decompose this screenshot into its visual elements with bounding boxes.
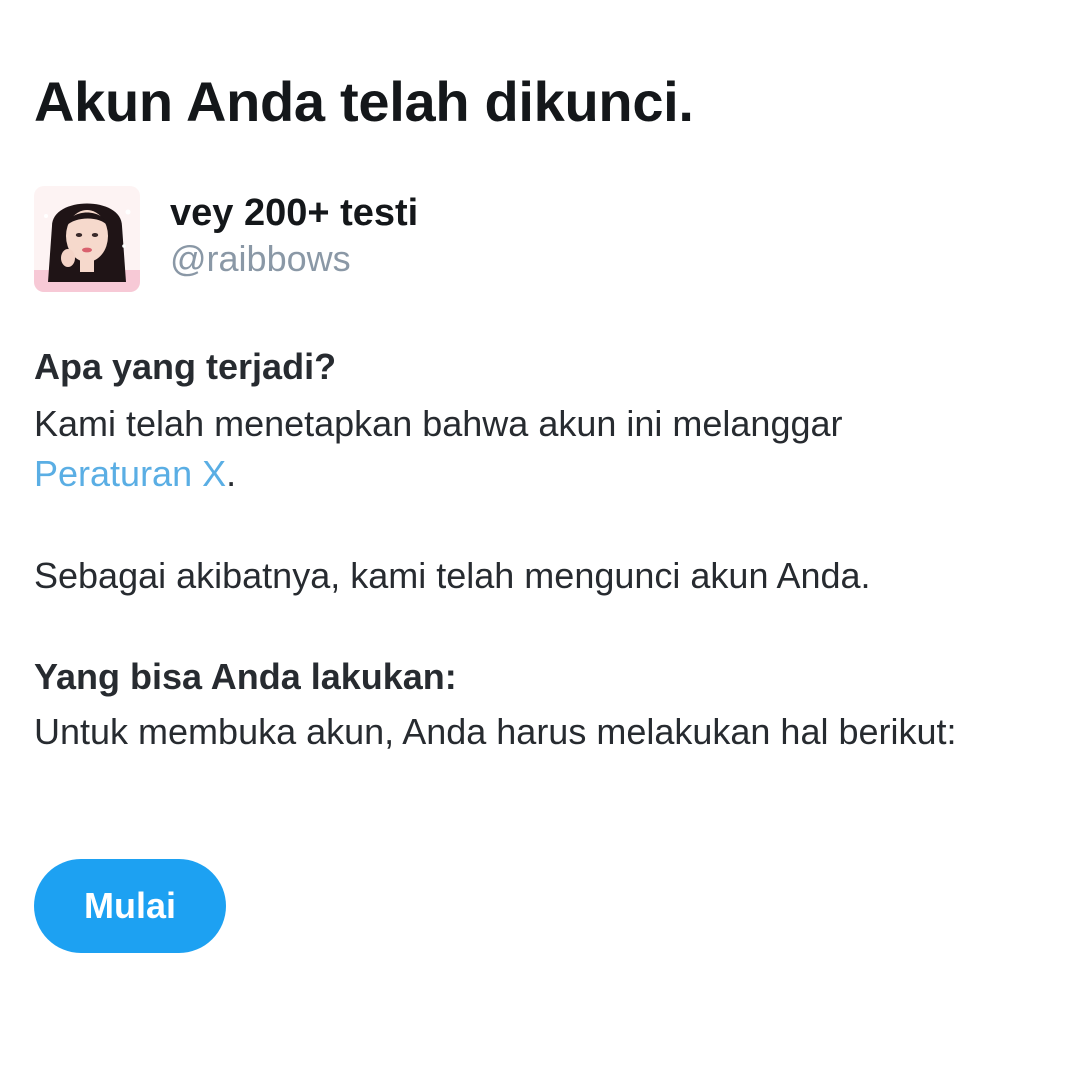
account-names: vey 200+ testi @raibbows — [170, 186, 418, 282]
what-happened-heading: Apa yang terjadi? — [34, 346, 337, 387]
username-handle: @raibbows — [170, 238, 351, 279]
locked-account-page: Akun Anda telah dikunci. vey 200+ testi … — [34, 0, 1046, 1091]
page-title: Akun Anda telah dikunci. — [34, 70, 694, 133]
display-name: vey 200+ testi — [170, 192, 419, 234]
rules-link-suffix: . — [226, 453, 237, 494]
rules-link-line: Peraturan X. — [34, 449, 236, 499]
start-button[interactable]: Mulai — [34, 859, 226, 953]
consequence-text: Sebagai akibatnya, kami telah mengunci a… — [34, 555, 871, 596]
violation-text: Kami telah menetapkan bahwa akun ini mel… — [34, 403, 843, 444]
profile-photo-avatar-icon — [34, 186, 140, 292]
unlock-instructions: Untuk membuka akun, Anda harus melakukan… — [34, 711, 957, 752]
what-you-can-do-heading: Yang bisa Anda lakukan: — [34, 656, 457, 697]
avatar — [34, 186, 140, 292]
account-card: vey 200+ testi @raibbows — [34, 186, 418, 294]
rules-link[interactable]: Peraturan X — [34, 453, 226, 494]
